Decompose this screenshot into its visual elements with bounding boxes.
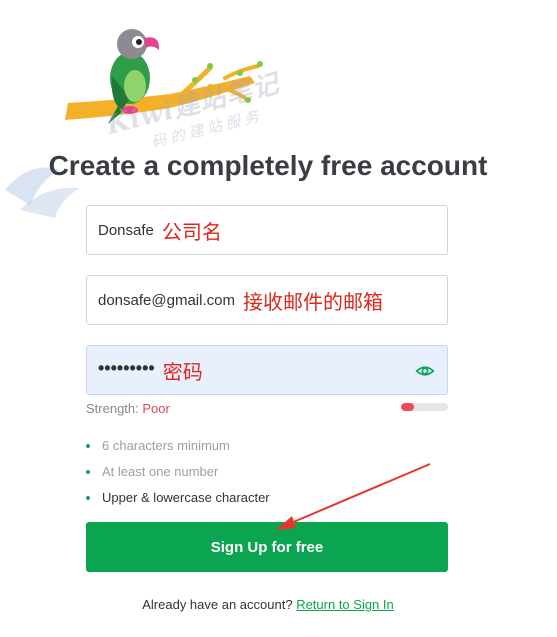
- strength-label-text: Strength:: [86, 401, 139, 416]
- sign-in-link[interactable]: Return to Sign In: [296, 597, 394, 612]
- requirement-item: Upper & lowercase character: [86, 485, 270, 511]
- email-field[interactable]: donsafe@gmail.com 接收邮件的邮箱: [86, 275, 448, 325]
- company-value: Donsafe: [98, 221, 154, 239]
- page-title: Create a completely free account: [48, 150, 488, 181]
- password-annotation: 密码: [162, 359, 203, 384]
- password-field[interactable]: ••••••••• 密码: [86, 345, 448, 395]
- requirement-item: At least one number: [86, 459, 270, 485]
- password-requirements: 6 characters minimum At least one number U…: [86, 433, 270, 511]
- bullet-icon: [86, 470, 90, 474]
- strength-value: Poor: [142, 401, 170, 416]
- requirement-text: 6 characters minimum: [102, 438, 230, 453]
- footer-prompt: Already have an account?: [142, 597, 293, 612]
- requirement-item: 6 characters minimum: [86, 433, 270, 459]
- strength-meter-fill: [401, 403, 415, 411]
- bullet-icon: [86, 444, 90, 448]
- strength-label: Strength: Poor: [86, 401, 170, 416]
- eye-icon[interactable]: [415, 361, 435, 381]
- bullet-icon: [86, 496, 90, 500]
- annotation-arrow: [276, 463, 431, 530]
- company-field[interactable]: Donsafe 公司名: [86, 205, 448, 255]
- strength-meter: [401, 403, 448, 411]
- requirement-text: At least one number: [102, 464, 219, 479]
- requirement-text: Upper & lowercase character: [102, 490, 270, 505]
- password-value: •••••••••: [98, 357, 155, 378]
- email-value: donsafe@gmail.com: [98, 291, 235, 309]
- footer: Already have an account? Return to Sign …: [0, 597, 536, 612]
- company-annotation: 公司名: [161, 219, 222, 244]
- email-annotation: 接收邮件的邮箱: [242, 289, 383, 314]
